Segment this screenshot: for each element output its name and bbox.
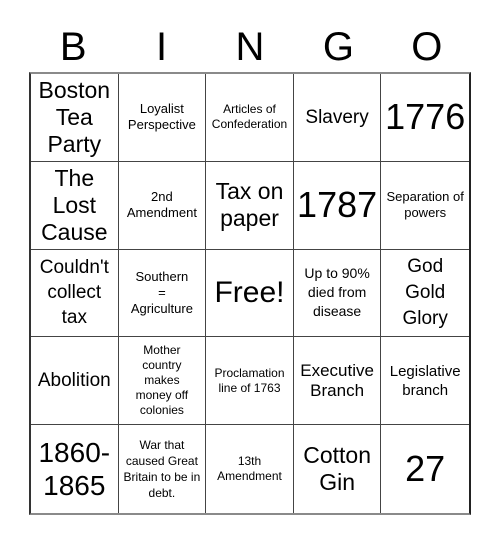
header-letter-o: O (411, 25, 443, 69)
bingo-cell[interactable]: Couldn't collect tax (31, 249, 119, 338)
bingo-cell[interactable]: 1787 (293, 161, 382, 250)
bingo-cell[interactable]: 13th Amendment (206, 425, 294, 513)
bingo-cell[interactable]: Legislative branch (381, 337, 469, 426)
bingo-cell[interactable]: Abolition (31, 337, 119, 426)
bingo-cell[interactable]: Boston Tea Party (31, 74, 119, 162)
free-space-cell[interactable]: Free! (206, 249, 294, 338)
bingo-cell[interactable]: Southern = Agriculture (118, 249, 207, 338)
header-letter-g: G (322, 25, 354, 69)
bingo-cell[interactable]: God Gold Glory (381, 250, 469, 338)
bingo-cell[interactable]: Proclamation line of 1763 (206, 337, 294, 426)
bingo-cell[interactable]: Slavery (293, 74, 382, 162)
bingo-cell[interactable]: 1860-1865 (31, 425, 119, 513)
bingo-cell[interactable]: Separation of powers (381, 162, 469, 250)
bingo-cell[interactable]: 1776 (381, 74, 469, 162)
bingo-cell[interactable]: Up to 90% died from disease (293, 249, 382, 338)
bingo-cell[interactable]: 2nd Amendment (118, 161, 207, 250)
bingo-header: B I N G O (29, 22, 471, 72)
bingo-cell[interactable]: Mother country makes money off colonies (118, 337, 207, 426)
bingo-cell[interactable]: Articles of Confederation (206, 74, 294, 162)
bingo-cell[interactable]: Cotton Gin (294, 425, 382, 513)
header-letter-n: N (235, 25, 265, 69)
bingo-cell[interactable]: Executive Branch (293, 337, 382, 426)
bingo-cell[interactable]: Tax on paper (206, 161, 294, 250)
header-letter-i: I (156, 25, 168, 69)
bingo-cell[interactable]: War that caused Great Britain to be in d… (119, 425, 207, 513)
bingo-cell[interactable]: The Lost Cause (31, 161, 119, 250)
bingo-cell[interactable]: Loyalist Perspective (118, 74, 207, 162)
bingo-grid: Boston Tea Party Loyalist Perspective Ar… (29, 72, 471, 515)
header-letter-b: B (59, 25, 87, 69)
bingo-cell[interactable]: 27 (381, 425, 469, 513)
